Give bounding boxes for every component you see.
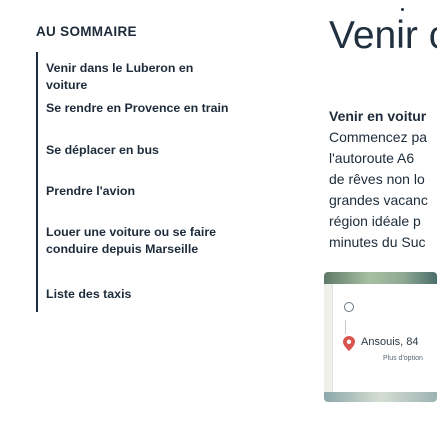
destination-label: Ansouis, 84 (361, 336, 419, 348)
toc-item-label-line1: Louer une voiture ou se faire (46, 225, 217, 239)
origin-circle-icon (344, 302, 354, 312)
paragraph-line: région idéale p (329, 213, 421, 229)
toc-list: Venir dans le Luberon en voiture Se rend… (36, 52, 238, 312)
route-divider (345, 320, 346, 334)
toc-item-car-rental[interactable]: Louer une voiture ou se faire conduire d… (46, 224, 236, 258)
toc-item-label-line2: conduire depuis Marseille (46, 242, 199, 256)
toc-item-bus[interactable]: Se déplacer en bus (46, 142, 236, 159)
map-tiles-bottom (324, 392, 437, 402)
paragraph-line: Venir en voitur (329, 108, 427, 124)
paragraph-line: l'autoroute A6 (329, 150, 415, 166)
toc-item-label: Se rendre en Provence en train (46, 101, 229, 115)
article-title: Venir c (329, 14, 437, 57)
toc-item-train[interactable]: Se rendre en Provence en train (46, 100, 236, 117)
directions-card: Ansouis, 84 Plus d'option (332, 284, 437, 392)
toc-item-taxis[interactable]: Liste des taxis (46, 286, 236, 303)
map-pin-icon (343, 336, 355, 351)
paragraph-line: grandes vacanc (329, 192, 428, 208)
paragraph-line: minutes du Suc (329, 234, 426, 250)
article-paragraph: Venir en voitur Commencez pa l'autoroute… (329, 106, 437, 253)
toc-item-label: Venir dans le Luberon en voiture (46, 61, 194, 92)
toc-title: AU SOMMAIRE (36, 24, 137, 39)
toc-item-label: Liste des taxis (46, 287, 132, 301)
toc-item-label: Prendre l'avion (46, 184, 136, 198)
toc-item-car[interactable]: Venir dans le Luberon en voiture (46, 60, 236, 94)
toc-item-label: Se déplacer en bus (46, 143, 159, 157)
map-tiles-top (324, 272, 437, 284)
paragraph-line: de rêves non lo (329, 171, 425, 187)
map-embed[interactable]: Ansouis, 84 Plus d'option (324, 272, 437, 402)
more-options-link[interactable]: Plus d'option (383, 355, 423, 362)
toc-item-plane[interactable]: Prendre l'avion (46, 183, 236, 200)
title-dot (401, 8, 404, 11)
paragraph-line: Commencez pa (329, 129, 428, 145)
